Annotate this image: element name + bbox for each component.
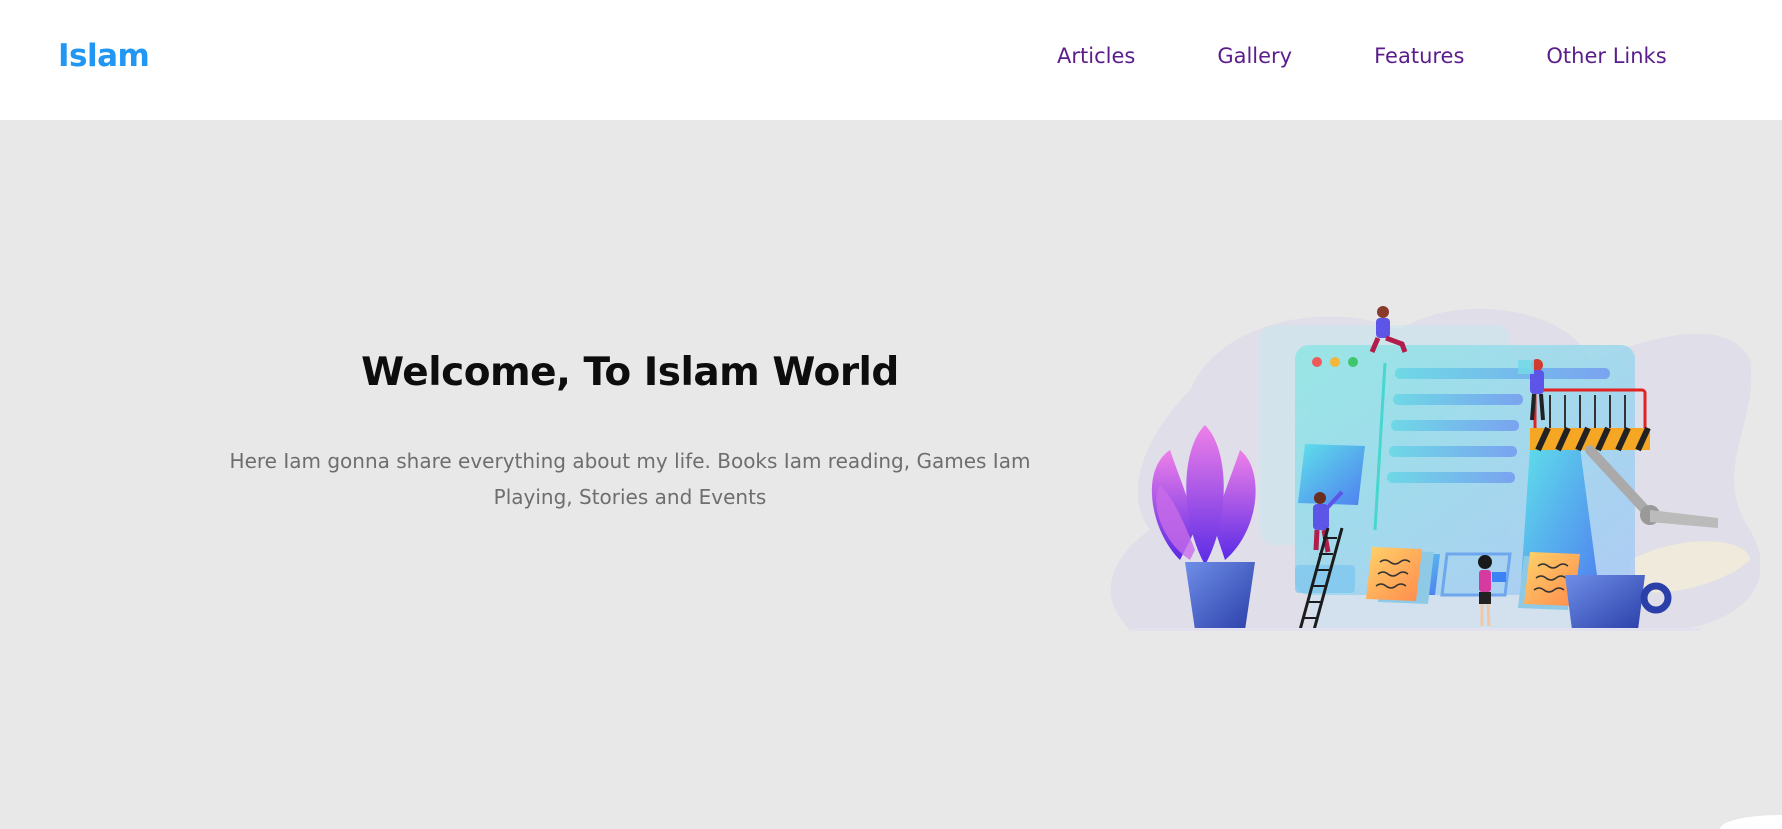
main-nav: Articles Gallery Features Other Links bbox=[1057, 44, 1749, 68]
nav-link-features[interactable]: Features bbox=[1374, 44, 1464, 68]
nav-link-gallery[interactable]: Gallery bbox=[1217, 44, 1292, 68]
nav-link-other-links[interactable]: Other Links bbox=[1546, 44, 1666, 68]
nav-link-articles[interactable]: Articles bbox=[1057, 44, 1135, 68]
site-logo[interactable]: Islam bbox=[58, 38, 150, 74]
hero-title: Welcome, To Islam World bbox=[361, 350, 899, 395]
site-header: Islam Articles Gallery Features Other Li… bbox=[0, 0, 1782, 120]
sticky-note-left bbox=[1366, 547, 1434, 604]
ground-line bbox=[1130, 628, 1700, 631]
hero-description: Here Iam gonna share everything about my… bbox=[229, 449, 1031, 509]
hero-illustration bbox=[1110, 306, 1760, 631]
hero-content: Welcome, To Islam World Here Iam gonna s… bbox=[180, 350, 1080, 515]
